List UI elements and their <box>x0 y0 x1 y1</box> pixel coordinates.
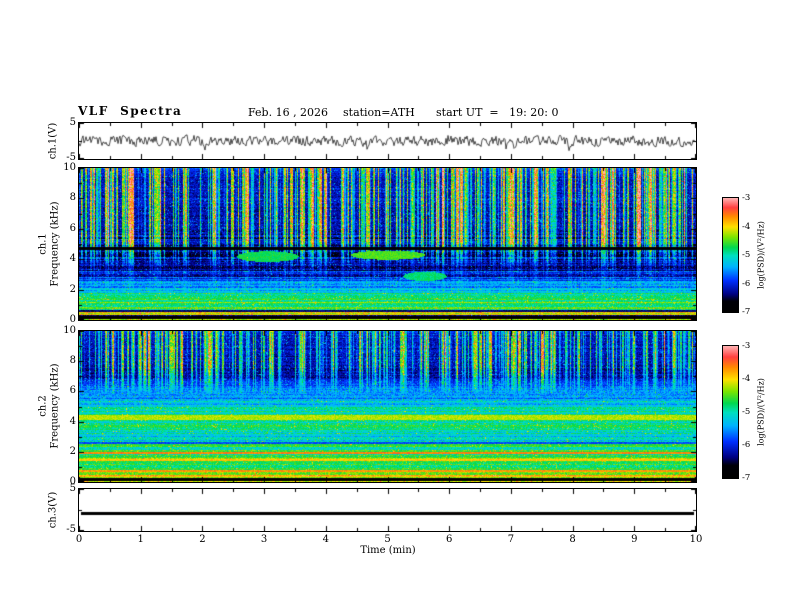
spec1-y-tick-label: 2 <box>69 283 76 295</box>
y-axis-label-ch2-frequency: Frequency (kHz) <box>49 363 61 449</box>
x-tick-label: 6 <box>446 534 453 545</box>
x-tick-label: 3 <box>260 534 268 545</box>
colorbar2-tick-label: -7 <box>742 473 751 483</box>
colorbar1-tick-label: -5 <box>742 250 751 260</box>
vlf-spectra-figure: VLF Spectra Feb. 16 , 2026 station=ATH s… <box>0 0 792 612</box>
plot-date: Feb. 16 , 2026 <box>248 106 329 119</box>
ch1-waveform-canvas <box>79 123 696 159</box>
colorbar2-tick-label: -4 <box>742 374 751 384</box>
spec1-y-tick-label: 0 <box>69 314 76 325</box>
colorbar1-title: log(PSD)/(V²/Hz) <box>756 221 766 289</box>
ch3-waveform-canvas <box>79 489 696 531</box>
spec1-y-tick-label: 10 <box>63 162 76 173</box>
ch3-y-tick-label: -5 <box>66 524 76 535</box>
colorbar2-tick-label: -6 <box>742 440 751 450</box>
plot-start-ut: start UT = 19: 20: 0 <box>436 106 559 119</box>
wave-y-tick-label: 5 <box>69 117 76 128</box>
ch3-waveform-panel <box>78 488 697 532</box>
ch2-spectrogram-canvas <box>79 331 696 482</box>
y-axis-label-ch3-volts: ch.3(V) <box>47 491 59 529</box>
spec2-y-tick-label: 6 <box>69 385 76 397</box>
wave-y-tick-label: -5 <box>66 152 76 163</box>
spec2-y-tick-label: 4 <box>69 415 76 427</box>
y-axis-label-ch2: ch.2 <box>37 395 49 417</box>
colorbar1-canvas <box>723 198 738 312</box>
x-tick-label: 9 <box>631 534 638 545</box>
colorbar1-tick-label: -3 <box>742 193 751 203</box>
ch1-spectrogram-panel <box>78 167 697 321</box>
x-tick-label: 7 <box>507 534 515 545</box>
x-axis-title: Time (min) <box>360 545 416 556</box>
plot-station: station=ATH <box>343 106 415 119</box>
plot-title: VLF Spectra <box>78 104 183 118</box>
ch1-spectrogram-canvas <box>79 168 696 320</box>
ch2-spectrogram-panel <box>78 330 697 483</box>
spec1-y-tick-label: 6 <box>69 222 76 234</box>
colorbar2-canvas <box>723 346 738 478</box>
ch1-waveform-panel <box>78 122 697 160</box>
y-axis-label-ch1: ch.1 <box>37 233 49 255</box>
x-tick-label: 4 <box>322 534 329 545</box>
x-tick-label: 5 <box>384 534 391 545</box>
colorbar1-tick-label: -4 <box>742 221 751 232</box>
spec1-y-tick-label: 4 <box>69 253 76 265</box>
colorbar1-tick-label: -6 <box>742 278 751 289</box>
spec2-y-tick-label: 10 <box>63 325 76 336</box>
colorbar1 <box>722 197 739 313</box>
colorbar2-tick-label: -5 <box>742 407 751 417</box>
spec2-y-tick-label: 8 <box>69 355 76 367</box>
x-tick-label: 8 <box>569 534 576 545</box>
colorbar1-tick-label: -7 <box>742 307 751 317</box>
page: { "header": { "title": "VLF Spectra", "d… <box>0 0 792 612</box>
y-axis-label-ch1-frequency: Frequency (kHz) <box>49 201 61 287</box>
x-tick-label: 0 <box>75 534 83 545</box>
colorbar2 <box>722 345 739 479</box>
colorbar2-tick-label: -3 <box>742 341 751 351</box>
x-tick-label: 1 <box>137 534 144 545</box>
ch3-y-tick-label: 5 <box>69 483 76 494</box>
x-tick-label: 10 <box>689 534 703 545</box>
x-tick-label: 2 <box>199 534 206 545</box>
spec2-y-tick-label: 2 <box>69 445 76 457</box>
spec1-y-tick-label: 8 <box>69 192 76 204</box>
colorbar2-title: log(PSD)/(V²/Hz) <box>756 378 766 446</box>
